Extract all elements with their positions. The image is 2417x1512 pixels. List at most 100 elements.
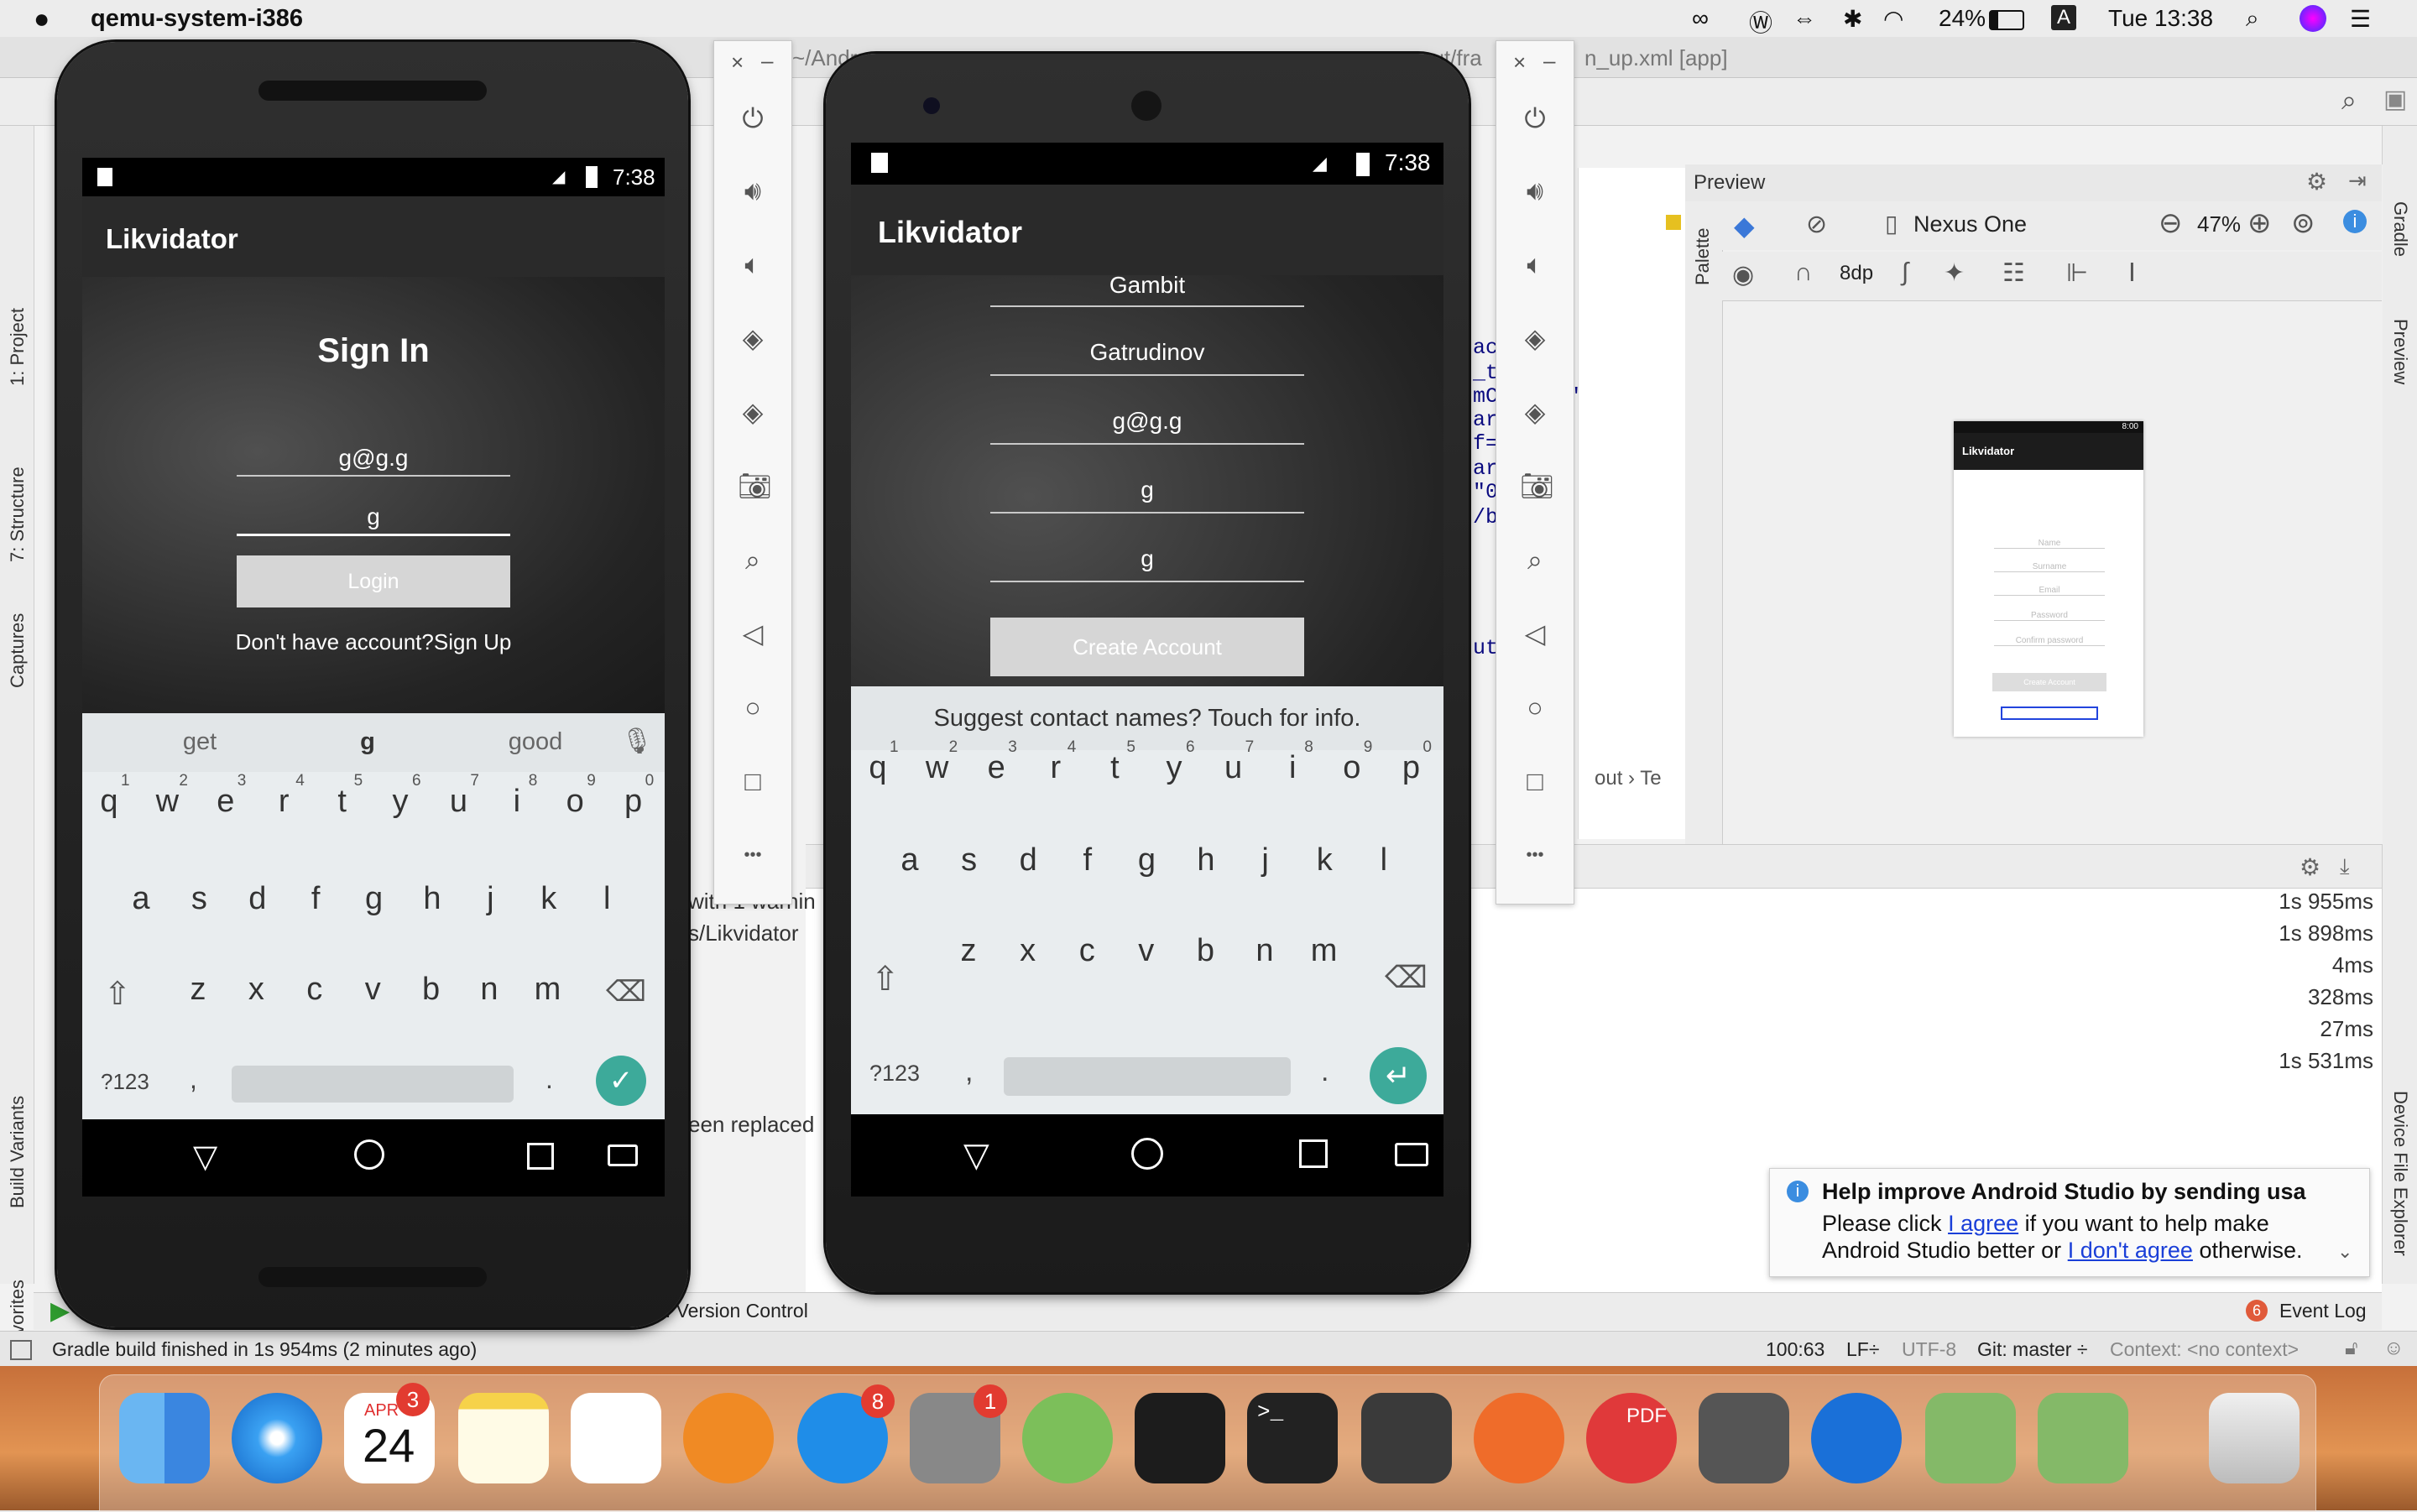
key-a[interactable]: a xyxy=(885,842,935,879)
key-s[interactable]: s xyxy=(174,881,224,917)
context-indicator[interactable]: Context: <no context> xyxy=(2110,1338,2299,1361)
guidelines-icon[interactable]: Ⅰ xyxy=(2128,258,2136,288)
key-s[interactable]: s xyxy=(944,842,994,879)
key-j[interactable]: j xyxy=(1240,842,1291,879)
symbols-key[interactable]: ?123 xyxy=(101,1069,149,1095)
key-f[interactable]: f xyxy=(1062,842,1113,879)
menu-app-name[interactable]: qemu-system-i386 xyxy=(91,5,303,33)
period-key[interactable]: . xyxy=(1321,1056,1329,1088)
hector-icon[interactable]: ☺ xyxy=(2383,1337,2404,1360)
key-n[interactable]: n xyxy=(464,972,514,1008)
key-g[interactable]: g xyxy=(1121,842,1172,879)
disagree-link[interactable]: I don't agree xyxy=(2068,1238,2193,1263)
symbols-key[interactable]: ?123 xyxy=(869,1061,920,1087)
suggestion[interactable]: get xyxy=(166,728,233,756)
tab-palette[interactable]: Palette xyxy=(1692,228,1714,286)
apple-icon[interactable]: ● xyxy=(34,3,50,34)
volume-up-icon[interactable]: 🔊︎ xyxy=(738,175,768,206)
close-button[interactable]: × xyxy=(1513,50,1526,76)
tab-structure[interactable]: 7: Structure xyxy=(7,467,29,562)
download-icon[interactable]: ⤓ xyxy=(2340,853,2350,880)
key-c[interactable]: c xyxy=(1062,933,1112,969)
align-icon[interactable]: ⊩ xyxy=(2066,258,2088,288)
default-margin[interactable]: 8dp xyxy=(1840,262,1873,285)
camera-icon[interactable]: 📷︎ xyxy=(1520,471,1554,501)
menu-clock[interactable]: Tue 13:38 xyxy=(2108,5,2213,32)
minimize-button[interactable]: – xyxy=(1543,48,1555,74)
key-z[interactable]: z xyxy=(173,972,223,1008)
device-selector[interactable]: Nexus One xyxy=(1913,211,2027,237)
key-x[interactable]: x xyxy=(1003,933,1053,969)
sublime-text-icon[interactable] xyxy=(1361,1393,1452,1483)
create-account-button[interactable]: Create Account xyxy=(990,618,1304,676)
rotate-right-icon[interactable]: ◈ xyxy=(738,397,768,427)
more-icon[interactable]: ••• xyxy=(1520,840,1550,870)
siri-icon[interactable] xyxy=(2300,5,2326,32)
back-icon[interactable]: ▽ xyxy=(193,1138,217,1176)
volume-down-icon[interactable]: 🔈︎ xyxy=(1520,249,1550,279)
key-x[interactable]: x xyxy=(231,972,281,1008)
finder-icon[interactable] xyxy=(119,1393,210,1483)
key-j[interactable]: j xyxy=(465,881,515,917)
back-icon[interactable]: ◁ xyxy=(1520,618,1550,649)
wunderlist-icon[interactable] xyxy=(1699,1393,1789,1483)
gear-icon[interactable]: ⚙ xyxy=(2306,168,2327,196)
zoom-icon[interactable]: ⌕ xyxy=(738,545,768,575)
info-icon[interactable]: i xyxy=(2343,210,2367,233)
wifi-icon[interactable]: ◠ xyxy=(1883,5,1903,33)
pack-icon[interactable]: ☷ xyxy=(2002,258,2025,288)
home-icon[interactable]: ○ xyxy=(1520,692,1550,722)
more-icon[interactable]: ••• xyxy=(738,840,768,870)
volume-up-icon[interactable]: 🔊︎ xyxy=(1520,175,1550,206)
tab-preview[interactable]: Preview xyxy=(2389,319,2411,384)
zoom-out-icon[interactable]: ⊖ xyxy=(2159,206,2183,240)
key-l[interactable]: l xyxy=(1359,842,1409,879)
password-field[interactable]: g xyxy=(990,477,1304,514)
key-m[interactable]: m xyxy=(1299,933,1349,969)
battery-icon[interactable] xyxy=(1989,10,2024,30)
key-n[interactable]: n xyxy=(1240,933,1290,969)
confirm-password-field[interactable]: g xyxy=(990,545,1304,582)
close-button[interactable]: × xyxy=(731,50,744,76)
pdf-expert-icon[interactable]: PDF xyxy=(1586,1393,1677,1483)
suggestion[interactable]: good xyxy=(493,728,577,756)
gear-icon[interactable]: ⚙ xyxy=(2300,853,2320,881)
key-h[interactable]: h xyxy=(1181,842,1231,879)
search-everywhere-icon[interactable]: ⌕ xyxy=(2341,85,2357,117)
code-editor[interactable]: ac _t mC ar f= ar "0 /b ut t" xyxy=(1473,168,1688,839)
power-icon[interactable]: ⏻ xyxy=(738,103,768,133)
comma-key[interactable]: , xyxy=(965,1056,973,1088)
shift-key[interactable]: ⇧ xyxy=(104,975,131,1013)
trash-icon[interactable] xyxy=(2209,1393,2300,1483)
comma-key[interactable]: , xyxy=(190,1064,197,1095)
email-field[interactable]: g@g.g xyxy=(990,408,1304,445)
file-encoding[interactable]: UTF-8 xyxy=(1902,1338,1956,1361)
notification-center-icon[interactable]: ☰ xyxy=(2350,5,2371,33)
android-studio-icon[interactable] xyxy=(1022,1393,1113,1483)
keyboard-switch-icon[interactable] xyxy=(1395,1143,1428,1166)
battery-percent[interactable]: 24% xyxy=(1939,5,1986,32)
activity-monitor-icon[interactable] xyxy=(1135,1393,1225,1483)
key-k[interactable]: k xyxy=(1299,842,1349,879)
overview-icon[interactable]: □ xyxy=(1520,766,1550,796)
home-icon[interactable] xyxy=(354,1139,384,1170)
postman-icon[interactable] xyxy=(1474,1393,1564,1483)
system-preferences-icon[interactable]: 1 xyxy=(910,1384,1007,1483)
emulator-icon-1[interactable] xyxy=(1925,1393,2016,1483)
breadcrumb-item[interactable]: out xyxy=(1595,767,1622,790)
done-key[interactable]: ✓ xyxy=(596,1056,646,1106)
status-toggle-icon[interactable] xyxy=(10,1340,32,1360)
key-a[interactable]: a xyxy=(116,881,166,917)
w-icon[interactable]: Ⓦ xyxy=(1749,5,1772,39)
user-icon[interactable]: ▣ xyxy=(2383,85,2407,114)
overview-icon[interactable]: □ xyxy=(738,766,768,796)
power-icon[interactable]: ⏻ xyxy=(1520,103,1550,133)
tab-captures[interactable]: Captures xyxy=(7,613,29,688)
password-field[interactable]: g xyxy=(237,503,510,536)
cursor-position[interactable]: 100:63 xyxy=(1766,1338,1824,1361)
microphone-icon[interactable]: 🎙︎ xyxy=(621,727,653,756)
home-icon[interactable] xyxy=(1131,1138,1163,1170)
zoom-fit-icon[interactable]: ⊚ xyxy=(2291,206,2315,240)
tab-build-variants[interactable]: Build Variants xyxy=(7,1096,29,1208)
lock-icon[interactable]: 🔓︎ xyxy=(2345,1337,2358,1360)
